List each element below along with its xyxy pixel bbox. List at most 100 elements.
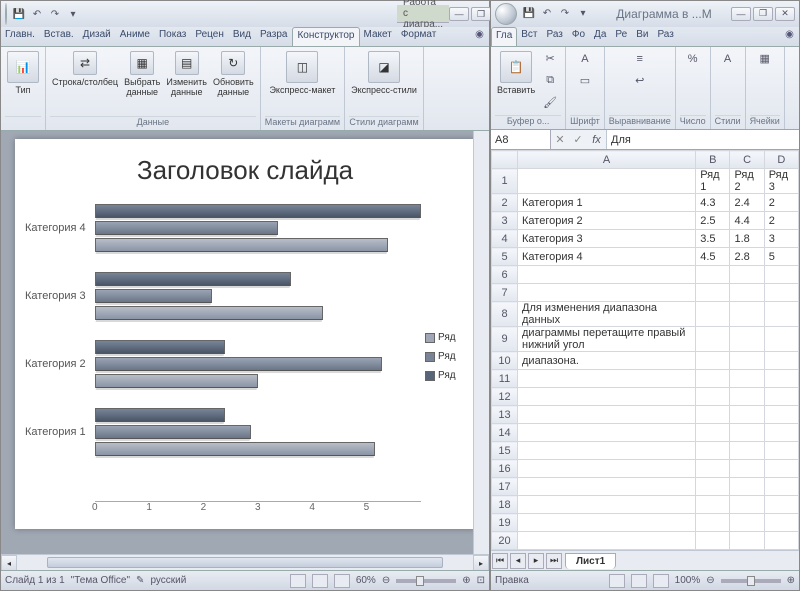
slide-title[interactable]: Заголовок слайда [25, 155, 465, 186]
fill-icon[interactable]: ▭ [574, 71, 596, 91]
tab-show[interactable]: Показ [155, 27, 191, 46]
zoom-out-icon[interactable]: ⊖ [382, 575, 390, 586]
cell[interactable] [764, 514, 798, 532]
confirm-edit-icon[interactable]: ✓ [569, 130, 587, 149]
format-painter-icon[interactable]: 🖌 [539, 93, 561, 113]
cell[interactable] [518, 406, 696, 424]
language[interactable]: русский [150, 575, 186, 586]
cell[interactable] [518, 284, 696, 302]
cell[interactable] [696, 496, 730, 514]
cell[interactable]: Для изменения диапазона данных [518, 302, 696, 327]
row-header[interactable]: 7 [492, 284, 518, 302]
paste-button[interactable]: 📋 Вставить [495, 49, 537, 97]
tab-review[interactable]: Ре [611, 27, 632, 46]
cell[interactable] [730, 266, 764, 284]
tab-view[interactable]: Ви [632, 27, 653, 46]
vertical-scrollbar[interactable] [473, 131, 489, 554]
zoom-out-icon[interactable]: ⊖ [706, 575, 714, 586]
horizontal-scrollbar[interactable]: ◂ ▸ [1, 554, 489, 570]
cell[interactable] [696, 327, 730, 352]
tab-design[interactable]: Дизай [79, 27, 116, 46]
sheet-tab[interactable]: Лист1 [565, 553, 616, 569]
next-sheet-icon[interactable]: ▸ [528, 553, 544, 569]
row-header[interactable]: 6 [492, 266, 518, 284]
qat-menu-icon[interactable]: ▾ [575, 6, 591, 22]
cell[interactable] [696, 302, 730, 327]
scroll-thumb[interactable] [47, 557, 443, 568]
cell[interactable] [518, 442, 696, 460]
tab-format[interactable]: Формат [397, 27, 442, 46]
wrap-icon[interactable]: ↩ [629, 71, 651, 91]
tab-layout[interactable]: Раз [543, 27, 568, 46]
help-icon[interactable]: ◉ [781, 27, 799, 46]
context-tab-label[interactable]: Работа с диагра... [397, 5, 449, 23]
cell[interactable] [764, 302, 798, 327]
cell[interactable] [764, 284, 798, 302]
align-icon[interactable]: ≡ [629, 49, 651, 69]
cell[interactable]: Ряд 1 [696, 169, 730, 194]
tab-review[interactable]: Рецен [191, 27, 229, 46]
slideshow-view-icon[interactable] [334, 574, 350, 588]
cell[interactable]: Категория 1 [518, 194, 696, 212]
cell[interactable]: 5 [764, 248, 798, 266]
cell[interactable] [696, 284, 730, 302]
row-header[interactable]: 10 [492, 352, 518, 370]
cell[interactable] [518, 496, 696, 514]
tab-home[interactable]: Гла [491, 27, 517, 46]
zoom-slider[interactable] [721, 579, 781, 583]
cell[interactable] [696, 406, 730, 424]
name-box[interactable]: A8 [491, 130, 551, 149]
cell[interactable] [730, 460, 764, 478]
qat-menu-icon[interactable]: ▾ [65, 6, 81, 22]
row-header[interactable]: 2 [492, 194, 518, 212]
sorter-view-icon[interactable] [312, 574, 328, 588]
office-button[interactable] [495, 3, 517, 25]
zoom-value[interactable]: 60% [356, 575, 376, 586]
zoom-value[interactable]: 100% [675, 575, 701, 586]
cell[interactable] [696, 388, 730, 406]
pagebreak-view-icon[interactable] [653, 574, 669, 588]
cell[interactable] [518, 532, 696, 550]
row-header[interactable]: 14 [492, 424, 518, 442]
cell[interactable] [518, 169, 696, 194]
cell[interactable]: 4.3 [696, 194, 730, 212]
cell[interactable] [696, 478, 730, 496]
tab-constructor[interactable]: Конструктор [292, 27, 359, 46]
office-button[interactable] [5, 3, 7, 25]
undo-icon[interactable]: ↶ [539, 6, 555, 22]
cell[interactable] [730, 352, 764, 370]
tab-insert[interactable]: Вст [517, 27, 542, 46]
col-header[interactable]: C [730, 151, 764, 169]
refresh-data-button[interactable]: ↻ Обновить данные [211, 49, 256, 99]
cell[interactable] [518, 266, 696, 284]
slide[interactable]: Заголовок слайда Категория 4Категория 3К… [15, 139, 475, 529]
tab-anim[interactable]: Аниме [116, 27, 155, 46]
cell[interactable] [730, 496, 764, 514]
cell[interactable] [696, 514, 730, 532]
cell[interactable] [764, 532, 798, 550]
col-header[interactable]: B [696, 151, 730, 169]
row-header[interactable]: 13 [492, 406, 518, 424]
formula-input[interactable]: Для [607, 130, 799, 149]
cell[interactable]: Категория 2 [518, 212, 696, 230]
cell[interactable]: 2 [764, 194, 798, 212]
copy-icon[interactable]: ⧉ [539, 71, 561, 91]
layout-view-icon[interactable] [631, 574, 647, 588]
save-icon[interactable]: 💾 [11, 6, 27, 22]
row-header[interactable]: 19 [492, 514, 518, 532]
cell[interactable] [730, 514, 764, 532]
font-icon[interactable]: A [574, 49, 596, 69]
col-header[interactable]: A [518, 151, 696, 169]
cell[interactable] [764, 406, 798, 424]
cell[interactable]: 3 [764, 230, 798, 248]
row-header[interactable]: 8 [492, 302, 518, 327]
cell[interactable] [696, 442, 730, 460]
save-icon[interactable]: 💾 [521, 6, 537, 22]
tab-formulas[interactable]: Фо [568, 27, 590, 46]
cell[interactable]: 2.5 [696, 212, 730, 230]
cell[interactable] [696, 532, 730, 550]
cell[interactable] [518, 388, 696, 406]
tab-insert[interactable]: Встав. [40, 27, 79, 46]
lang-icon[interactable]: ✎ [136, 575, 144, 586]
row-header[interactable]: 16 [492, 460, 518, 478]
